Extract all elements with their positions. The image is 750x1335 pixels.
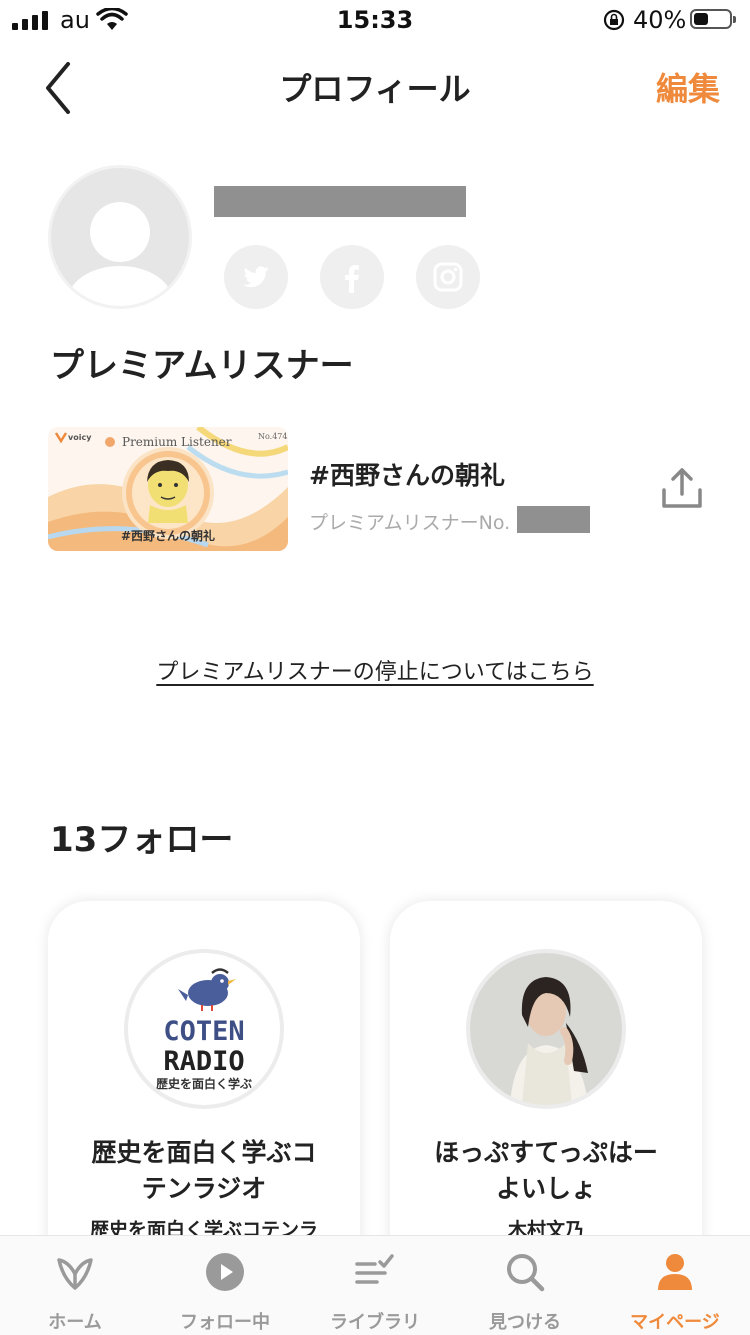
- navigation-bar: プロフィール 編集: [0, 48, 750, 128]
- username-redacted: [214, 186, 466, 217]
- card-brand: voicy: [68, 433, 92, 442]
- tab-label: フォロー中: [180, 1312, 270, 1333]
- page-title: プロフィール: [279, 70, 471, 108]
- premium-listener-card[interactable]: voicy Premium Listener No.4740 #西野さんの朝礼: [48, 427, 288, 551]
- avatar: [48, 165, 192, 309]
- tab-label: ホーム: [48, 1312, 102, 1333]
- follow-card-title: ほっぷすてっぷはー よいしょ: [434, 1138, 658, 1203]
- twitter-button[interactable]: [224, 245, 288, 309]
- follow-section-title: 13フォロー: [50, 820, 234, 860]
- tab-label: マイページ: [630, 1312, 720, 1333]
- library-list-icon: [355, 1254, 394, 1284]
- listener-number-redacted: [517, 506, 590, 533]
- tab-label: 見つける: [489, 1312, 561, 1333]
- coten-logo-line2: RADIO: [163, 1046, 244, 1077]
- search-icon: [507, 1254, 545, 1292]
- tab-label: ライブラリ: [330, 1312, 420, 1333]
- card-serial: No.4740: [258, 432, 288, 441]
- tab-library[interactable]: ライブラリ: [300, 1236, 450, 1335]
- tab-discover[interactable]: 見つける: [450, 1236, 600, 1335]
- coten-radio-logo: COTEN RADIO 歴史を面白く学ぶ: [124, 949, 284, 1109]
- instagram-icon: [433, 262, 463, 292]
- tab-following[interactable]: フォロー中: [150, 1236, 300, 1335]
- orientation-lock-icon: [603, 9, 625, 31]
- channel-avatar-photo: [466, 949, 626, 1109]
- twitter-icon: [243, 266, 269, 288]
- tab-home[interactable]: ホーム: [0, 1236, 150, 1335]
- facebook-icon: [345, 265, 359, 293]
- stop-premium-link[interactable]: プレミアムリスナーの停止についてはこちら: [0, 654, 750, 686]
- coten-logo-tagline: 歴史を面白く学ぶ: [156, 1076, 252, 1091]
- card-caption: #西野さんの朝礼: [121, 528, 215, 543]
- tab-bar: ホーム フォロー中 ライブラリ 見つける マイページ: [0, 1235, 750, 1335]
- share-button[interactable]: [660, 466, 704, 510]
- battery-percent: 40%: [633, 6, 687, 34]
- premium-section-title: プレミアムリスナー: [50, 346, 354, 386]
- status-bar: au 15:33 40%: [0, 0, 750, 40]
- facebook-button[interactable]: [320, 245, 384, 309]
- default-avatar-icon: [68, 202, 172, 306]
- edit-button[interactable]: 編集: [656, 64, 720, 110]
- premium-listener-number-label: プレミアムリスナーNo.: [309, 512, 511, 534]
- card-heading: Premium Listener: [122, 435, 232, 449]
- instagram-button[interactable]: [416, 245, 480, 309]
- play-icon: [206, 1253, 244, 1291]
- battery-icon: [690, 9, 736, 29]
- voicy-logo-icon: [57, 1258, 93, 1290]
- coten-logo-line1: COTEN: [163, 1016, 244, 1047]
- follow-card-title: 歴史を面白く学ぶコ テンラジオ: [91, 1138, 317, 1203]
- person-icon: [658, 1254, 692, 1290]
- tab-mypage[interactable]: マイページ: [600, 1236, 750, 1335]
- premium-channel-name: #西野さんの朝礼: [309, 461, 505, 490]
